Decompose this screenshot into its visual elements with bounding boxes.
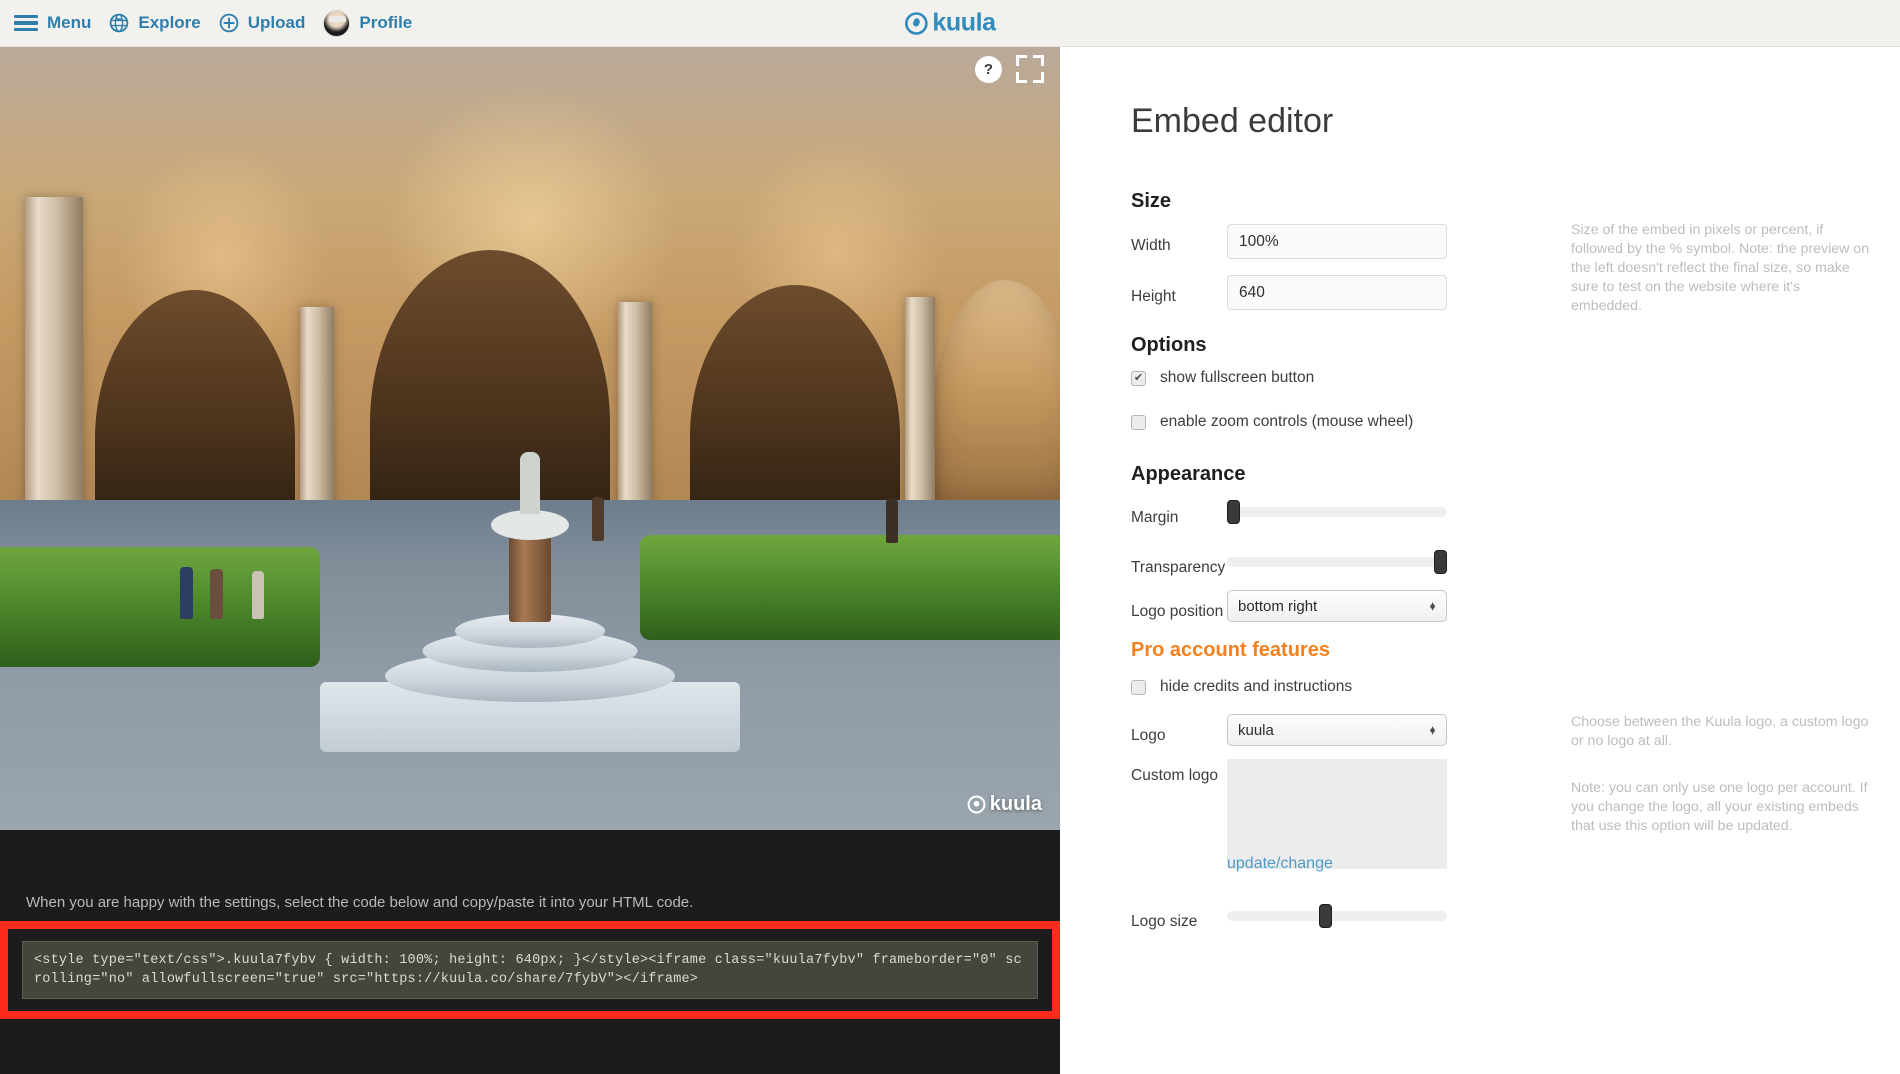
pano-fountain-statue <box>520 452 540 514</box>
logo-position-label: Logo position <box>1131 603 1223 621</box>
embed-code-textbox[interactable]: <style type="text/css">.kuula7fybv { wid… <box>22 941 1038 999</box>
pano-person-5 <box>886 499 898 543</box>
fullscreen-icon[interactable] <box>1016 55 1044 83</box>
pano-fountain-basin <box>491 510 569 540</box>
logo-size-slider-thumb[interactable] <box>1319 904 1332 928</box>
logo-select-value: kuula <box>1238 722 1274 739</box>
section-heading-size: Size <box>1131 190 1171 213</box>
custom-logo-preview[interactable] <box>1227 759 1447 869</box>
hide-credits-label: hide credits and instructions <box>1160 678 1352 696</box>
show-fullscreen-checkbox[interactable]: ✔ <box>1131 371 1146 386</box>
margin-slider-thumb[interactable] <box>1227 500 1240 524</box>
width-input[interactable] <box>1227 224 1447 259</box>
logo-position-select[interactable]: bottom right ▲▼ <box>1227 590 1447 622</box>
section-heading-pro: Pro account features <box>1131 639 1330 662</box>
logo-size-slider[interactable] <box>1227 911 1447 921</box>
panorama-viewer[interactable]: ? kuula <box>0 47 1060 830</box>
hide-credits-option-row[interactable]: hide credits and instructions <box>1131 678 1352 696</box>
viewer-column: ? kuula When you are happy with the sett… <box>0 47 1060 1074</box>
height-label: Height <box>1131 288 1176 306</box>
transparency-slider[interactable] <box>1227 557 1447 567</box>
chevron-updown-icon: ▲▼ <box>1428 605 1437 608</box>
kuula-wordmark: kuula <box>932 9 995 38</box>
nav-item-upload-label: Upload <box>248 13 306 33</box>
kuula-logo[interactable]: kuula <box>904 9 995 38</box>
nav-item-profile-label: Profile <box>359 13 412 33</box>
section-heading-appearance: Appearance <box>1131 463 1246 486</box>
globe-icon <box>109 13 129 33</box>
pano-fountain-pedestal <box>509 534 551 622</box>
logo-position-value: bottom right <box>1238 598 1317 615</box>
custom-logo-help-text: Note: you can only use one logo per acco… <box>1571 779 1871 836</box>
enable-zoom-checkbox[interactable] <box>1131 415 1146 430</box>
height-input[interactable] <box>1227 275 1447 310</box>
custom-logo-label: Custom logo <box>1131 767 1218 785</box>
nav-item-menu[interactable]: Menu <box>14 0 91 47</box>
transparency-slider-thumb[interactable] <box>1434 550 1447 574</box>
hide-credits-checkbox[interactable] <box>1131 680 1146 695</box>
pano-kuula-watermark: kuula <box>967 793 1042 816</box>
section-heading-options: Options <box>1131 334 1207 357</box>
nav-item-upload[interactable]: Upload <box>219 0 306 47</box>
kuula-mark-icon <box>904 11 928 35</box>
page-title: Embed editor <box>1131 102 1333 141</box>
logo-help-text: Choose between the Kuula logo, a custom … <box>1571 713 1871 751</box>
transparency-label: Transparency <box>1131 559 1225 577</box>
nav-item-profile[interactable]: Profile <box>323 0 412 47</box>
chevron-updown-icon-logo: ▲▼ <box>1428 729 1437 732</box>
width-label: Width <box>1131 237 1171 255</box>
embed-editor-panel: Embed editor Size Width Height Size of t… <box>1061 47 1900 1074</box>
size-help-text: Size of the embed in pixels or percent, … <box>1571 221 1871 316</box>
help-icon[interactable]: ? <box>975 56 1002 83</box>
nav-item-explore[interactable]: Explore <box>109 0 200 47</box>
show-fullscreen-label: show fullscreen button <box>1160 369 1314 387</box>
pano-watermark-label: kuula <box>990 793 1042 816</box>
logo-select[interactable]: kuula ▲▼ <box>1227 714 1447 746</box>
pano-person-4 <box>592 497 604 541</box>
kuula-mark-icon-watermark <box>967 795 986 814</box>
avatar <box>323 10 350 37</box>
pano-hedge-left <box>0 547 320 667</box>
pano-person-2 <box>210 569 223 619</box>
pano-person-1 <box>180 567 193 619</box>
panorama-controls: ? <box>975 55 1044 83</box>
margin-label: Margin <box>1131 509 1178 527</box>
margin-slider[interactable] <box>1227 507 1447 517</box>
plus-circle-icon <box>219 13 239 33</box>
logo-label: Logo <box>1131 727 1165 745</box>
nav-item-explore-label: Explore <box>138 13 200 33</box>
logo-size-label: Logo size <box>1131 913 1197 931</box>
nav-item-menu-label: Menu <box>47 13 91 33</box>
top-navigation-bar: Menu Explore Upload Profile <box>0 0 1900 47</box>
pano-hedge-right <box>640 535 1060 640</box>
hamburger-icon <box>14 15 38 32</box>
enable-zoom-option-row[interactable]: enable zoom controls (mouse wheel) <box>1131 413 1413 431</box>
enable-zoom-label: enable zoom controls (mouse wheel) <box>1160 413 1413 431</box>
update-change-link[interactable]: update/change <box>1227 855 1333 873</box>
embed-code-hint: When you are happy with the settings, se… <box>26 894 693 911</box>
pano-person-3 <box>252 571 264 619</box>
show-fullscreen-option-row[interactable]: ✔ show fullscreen button <box>1131 369 1314 387</box>
